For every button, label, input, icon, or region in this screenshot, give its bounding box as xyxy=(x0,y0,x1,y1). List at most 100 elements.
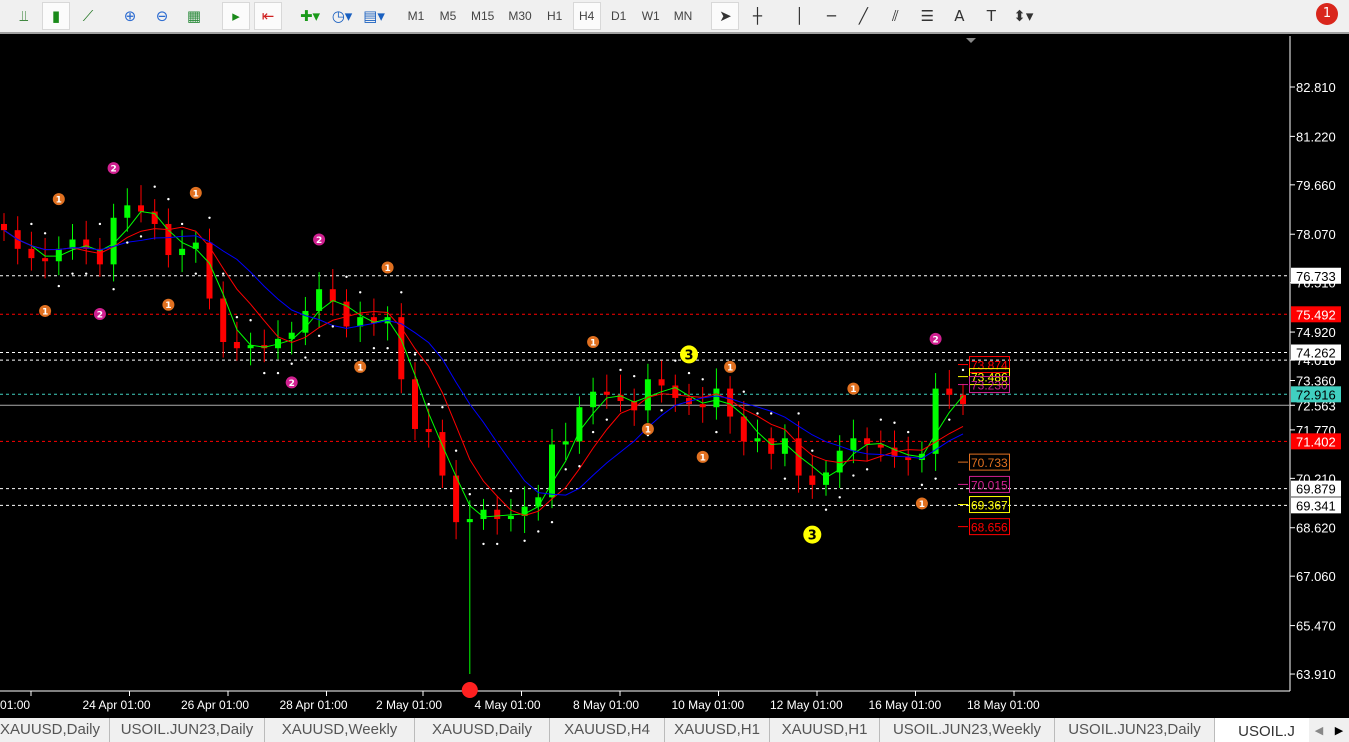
parabolic-sar-dot xyxy=(591,430,595,434)
chart-tab[interactable]: XAUUSD,Daily xyxy=(0,718,110,742)
vertical-line-icon[interactable]: │ xyxy=(785,2,813,30)
parabolic-sar-dot xyxy=(550,520,554,524)
zoom-in-icon[interactable]: ⊕ xyxy=(116,2,144,30)
parabolic-sar-dot xyxy=(98,222,102,226)
wave-marker-label: 1 xyxy=(357,363,363,373)
parabolic-sar-dot xyxy=(674,359,677,362)
chart-tab[interactable]: XAUUSD,H4 xyxy=(550,718,665,742)
timeframe-d1[interactable]: D1 xyxy=(605,2,633,30)
candle-bullish xyxy=(507,515,514,520)
arrows-icon[interactable]: ⬍▾ xyxy=(1009,2,1037,30)
timeframe-m1[interactable]: M1 xyxy=(402,2,430,30)
chart-tab[interactable]: USOIL.J xyxy=(1215,718,1319,742)
parabolic-sar-dot xyxy=(879,418,882,421)
chart-tab[interactable]: XAUUSD,Daily xyxy=(415,718,550,742)
wave-marker-label: 2 xyxy=(110,165,116,175)
candle-bearish xyxy=(220,298,227,343)
timeframe-m30[interactable]: M30 xyxy=(503,2,536,30)
wave-marker-label: 1 xyxy=(56,196,62,206)
parabolic-sar-dot xyxy=(71,272,74,275)
tile-windows-icon[interactable]: ▦ xyxy=(180,2,208,30)
parabolic-sar-dot xyxy=(153,185,156,188)
parabolic-sar-dot xyxy=(331,325,334,328)
toolbar: ⫫ ▮ ⟋ ⊕ ⊖ ▦ ▸ ⇤ ✚▾ ◷▾ ▤▾ M1 M5 M15 M30 H1 H4 D… xyxy=(0,0,1349,34)
parabolic-sar-dot xyxy=(907,430,910,434)
candle-bullish xyxy=(179,248,186,256)
candle-bullish xyxy=(932,388,939,454)
parabolic-sar-dot xyxy=(619,368,622,372)
level-label: 70.733 xyxy=(971,456,1008,470)
horizontal-line-icon[interactable]: ─ xyxy=(817,2,845,30)
chart-shift-icon[interactable]: ⇤ xyxy=(254,2,282,30)
timeframe-m15[interactable]: M15 xyxy=(466,2,499,30)
parabolic-sar-dot xyxy=(715,430,718,434)
chart-tab[interactable]: XAUUSD,Weekly xyxy=(265,718,415,742)
bar-chart-icon[interactable]: ⫫ xyxy=(10,2,38,30)
parabolic-sar-dot xyxy=(687,371,691,375)
chart-tab[interactable]: USOIL.JUN23,Daily xyxy=(110,718,265,742)
parabolic-sar-dot xyxy=(701,378,704,381)
candle-bullish xyxy=(535,497,542,507)
line-chart-icon[interactable]: ⟋ xyxy=(74,2,102,30)
timeframe-mn[interactable]: MN xyxy=(669,2,698,30)
tab-scroll: ◀ ▶ xyxy=(1309,718,1349,742)
candle-bearish xyxy=(740,416,747,442)
timeframe-w1[interactable]: W1 xyxy=(637,2,665,30)
candle-bullish xyxy=(316,289,323,311)
chart-tab[interactable]: XAUUSD,H1 xyxy=(665,718,770,742)
parabolic-sar-dot xyxy=(811,449,814,452)
candle-bearish xyxy=(946,388,953,395)
text-label-icon[interactable]: T xyxy=(977,2,1005,30)
timeframe-m5[interactable]: M5 xyxy=(434,2,462,30)
parabolic-sar-dot xyxy=(276,371,280,375)
parabolic-sar-dot xyxy=(756,412,759,415)
candle-bullish xyxy=(480,509,487,520)
candle-bullish xyxy=(781,438,788,454)
crosshair-icon[interactable]: ┼ xyxy=(743,2,771,30)
parabolic-sar-dot xyxy=(605,418,608,421)
tab-scroll-left-icon[interactable]: ◀ xyxy=(1315,724,1323,737)
candle-bearish xyxy=(877,444,884,448)
parabolic-sar-dot xyxy=(523,539,526,542)
notification-badge[interactable]: 1 xyxy=(1316,3,1338,25)
parabolic-sar-dot xyxy=(441,406,444,409)
price-chart[interactable]: 82.81081.22079.66078.07076.51074.92074.0… xyxy=(0,36,1349,716)
candle-bearish xyxy=(42,258,49,262)
chart-tab[interactable]: USOIL.JUN23,Daily xyxy=(1055,718,1215,742)
auto-scroll-icon[interactable]: ▸ xyxy=(222,2,250,30)
indicators-icon[interactable]: ✚▾ xyxy=(296,2,324,30)
candle-bearish xyxy=(658,379,665,386)
wave-marker-label: 1 xyxy=(42,307,48,317)
periods-clock-icon[interactable]: ◷▾ xyxy=(328,2,356,30)
time-tick-label: 8 May 01:00 xyxy=(573,698,639,712)
price-line-label: 74.262 xyxy=(1296,346,1336,361)
parabolic-sar-dot xyxy=(304,356,307,359)
candle-bearish xyxy=(165,223,172,256)
parabolic-sar-dot xyxy=(263,371,266,375)
equidistant-channel-icon[interactable]: ⫽ xyxy=(881,2,909,30)
tab-scroll-right-icon[interactable]: ▶ xyxy=(1335,724,1343,737)
chart-tab[interactable]: XAUUSD,H1 xyxy=(770,718,880,742)
price-tick-label: 82.810 xyxy=(1296,80,1336,95)
candle-bearish xyxy=(28,248,35,259)
trendline-icon[interactable]: ╱ xyxy=(849,2,877,30)
wave-marker-label: 1 xyxy=(590,339,596,349)
parabolic-sar-dot xyxy=(413,353,417,356)
parabolic-sar-dot xyxy=(865,468,869,471)
chart-tab[interactable]: USOIL.JUN23,Weekly xyxy=(880,718,1055,742)
templates-icon[interactable]: ▤▾ xyxy=(360,2,388,30)
wave-marker-label: 3 xyxy=(684,348,693,363)
zoom-out-icon[interactable]: ⊖ xyxy=(148,2,176,30)
timeframe-h4[interactable]: H4 xyxy=(572,2,601,30)
level-label: 68.656 xyxy=(971,521,1008,535)
time-tick-label: 10 May 01:00 xyxy=(672,698,745,712)
parabolic-sar-dot xyxy=(742,390,745,393)
fibonacci-icon[interactable]: ☰ xyxy=(913,2,941,30)
text-icon[interactable]: A xyxy=(945,2,973,30)
cursor-icon[interactable]: ➤ xyxy=(711,2,740,30)
timeframe-h1[interactable]: H1 xyxy=(541,2,569,30)
price-line-label: 69.341 xyxy=(1296,498,1336,513)
candlestick-chart-icon[interactable]: ▮ xyxy=(42,2,70,30)
parabolic-sar-dot xyxy=(359,291,362,294)
parabolic-sar-dot xyxy=(824,508,828,511)
